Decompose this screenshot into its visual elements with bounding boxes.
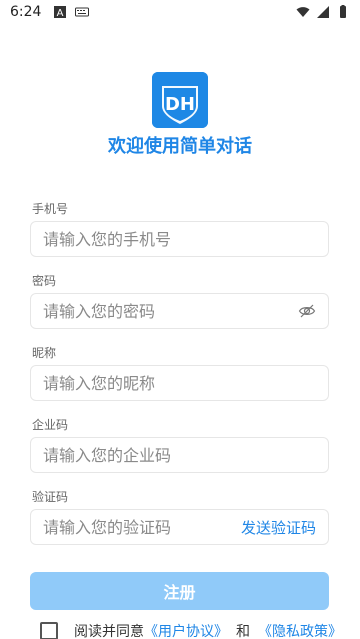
phone-label: 手机号 — [32, 202, 69, 216]
phone-field[interactable] — [30, 221, 329, 257]
send-code-button[interactable]: 发送验证码 — [241, 517, 316, 538]
password-input[interactable] — [43, 301, 298, 321]
agree-and: 和 — [236, 624, 250, 639]
status-icons-right — [296, 5, 350, 19]
status-time: 6:24 — [10, 4, 42, 20]
company-code-field[interactable] — [30, 437, 329, 473]
dh-logo-icon: DH — [152, 72, 208, 128]
company-code-label: 企业码 — [32, 418, 69, 432]
register-button[interactable]: 注册 — [30, 572, 329, 610]
battery-icon — [336, 5, 350, 19]
agreement-row: 阅读并同意 《用户协议》 和 《隐私政策》 — [40, 621, 342, 639]
status-bar: 6:24 A — [0, 0, 360, 24]
agree-checkbox[interactable] — [40, 622, 58, 639]
verify-code-label: 验证码 — [32, 490, 69, 504]
wifi-icon — [296, 5, 310, 19]
verify-code-input[interactable] — [43, 517, 235, 537]
privacy-policy-link[interactable]: 《隐私政策》 — [258, 621, 342, 639]
password-field[interactable] — [30, 293, 329, 329]
nickname-label: 昵称 — [32, 346, 57, 360]
status-icons-left: A — [53, 5, 90, 19]
keyboard-icon — [75, 5, 90, 19]
nickname-field[interactable] — [30, 365, 329, 401]
signal-icon — [316, 5, 330, 19]
verify-code-field[interactable]: 发送验证码 — [30, 509, 329, 545]
company-code-input[interactable] — [43, 445, 316, 465]
svg-text:A: A — [57, 8, 64, 19]
eye-off-icon[interactable] — [298, 302, 316, 320]
user-agreement-link[interactable]: 《用户协议》 — [144, 621, 228, 639]
agree-prefix: 阅读并同意 — [74, 624, 144, 639]
svg-text:DH: DH — [165, 94, 195, 115]
a-icon: A — [53, 5, 67, 19]
app-logo: DH — [152, 72, 208, 128]
phone-input[interactable] — [43, 229, 316, 249]
nickname-input[interactable] — [43, 373, 316, 393]
password-label: 密码 — [32, 274, 57, 288]
welcome-title: 欢迎使用简单对话 — [108, 136, 252, 157]
